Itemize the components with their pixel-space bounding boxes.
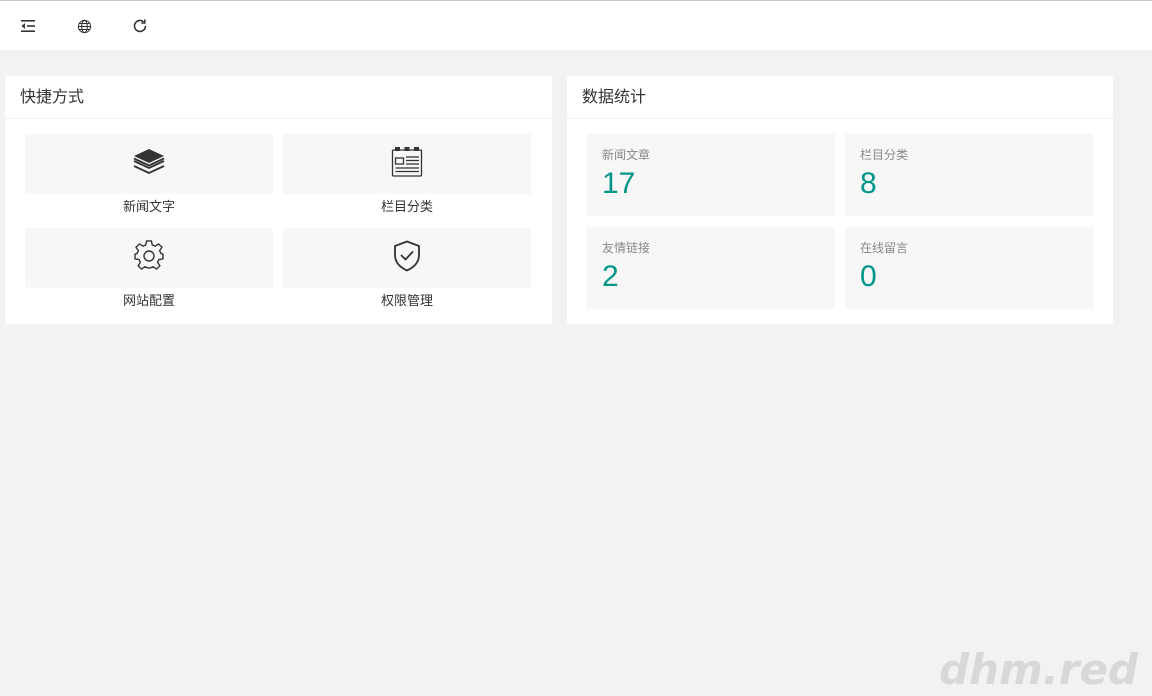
stat-news-articles[interactable]: 新闻文章 17 xyxy=(587,134,835,216)
gear-icon xyxy=(133,240,165,276)
stat-value: 17 xyxy=(602,167,636,200)
shortcut-label: 网站配置 xyxy=(122,294,175,309)
stats-title: 数据统计 xyxy=(567,76,1113,119)
globe-icon[interactable] xyxy=(74,15,94,37)
stat-label: 友情链接 xyxy=(602,241,651,255)
stats-card: 数据统计 新闻文章 17 栏目分类 8 友情链接 2 在线留言 0 xyxy=(567,76,1113,324)
shortcut-permission-management[interactable]: 权限管理 xyxy=(283,228,531,316)
shortcut-label: 栏目分类 xyxy=(380,200,433,215)
stat-online-messages[interactable]: 在线留言 0 xyxy=(845,227,1093,309)
layers-icon xyxy=(133,148,165,180)
top-toolbar xyxy=(0,0,1152,50)
shortcut-tile[interactable] xyxy=(25,134,273,194)
shortcut-news-text[interactable]: 新闻文字 xyxy=(25,134,273,222)
stat-label: 栏目分类 xyxy=(860,148,909,162)
shortcut-label: 新闻文字 xyxy=(122,200,175,215)
shortcut-column-category[interactable]: 栏目分类 xyxy=(283,134,531,222)
shortcuts-card: 快捷方式 新闻文字 栏目分类 网站配置 权限管理 xyxy=(5,76,552,324)
watermark: dhm.red xyxy=(939,645,1138,694)
shortcut-tile[interactable] xyxy=(25,228,273,288)
stat-value: 2 xyxy=(602,260,619,293)
refresh-icon[interactable] xyxy=(130,15,150,37)
stat-column-category[interactable]: 栏目分类 8 xyxy=(845,134,1093,216)
stat-value: 0 xyxy=(860,260,877,293)
shortcut-tile[interactable] xyxy=(283,228,531,288)
menu-fold-icon[interactable] xyxy=(18,15,38,37)
newspaper-icon xyxy=(391,146,423,182)
shortcut-tile[interactable] xyxy=(283,134,531,194)
stat-value: 8 xyxy=(860,167,877,200)
stat-label: 新闻文章 xyxy=(602,148,651,162)
shield-check-icon xyxy=(393,240,421,276)
stat-friendly-links[interactable]: 友情链接 2 xyxy=(587,227,835,309)
shortcut-site-config[interactable]: 网站配置 xyxy=(25,228,273,316)
shortcuts-title: 快捷方式 xyxy=(5,76,552,119)
shortcut-label: 权限管理 xyxy=(380,294,433,309)
stat-label: 在线留言 xyxy=(860,241,909,255)
